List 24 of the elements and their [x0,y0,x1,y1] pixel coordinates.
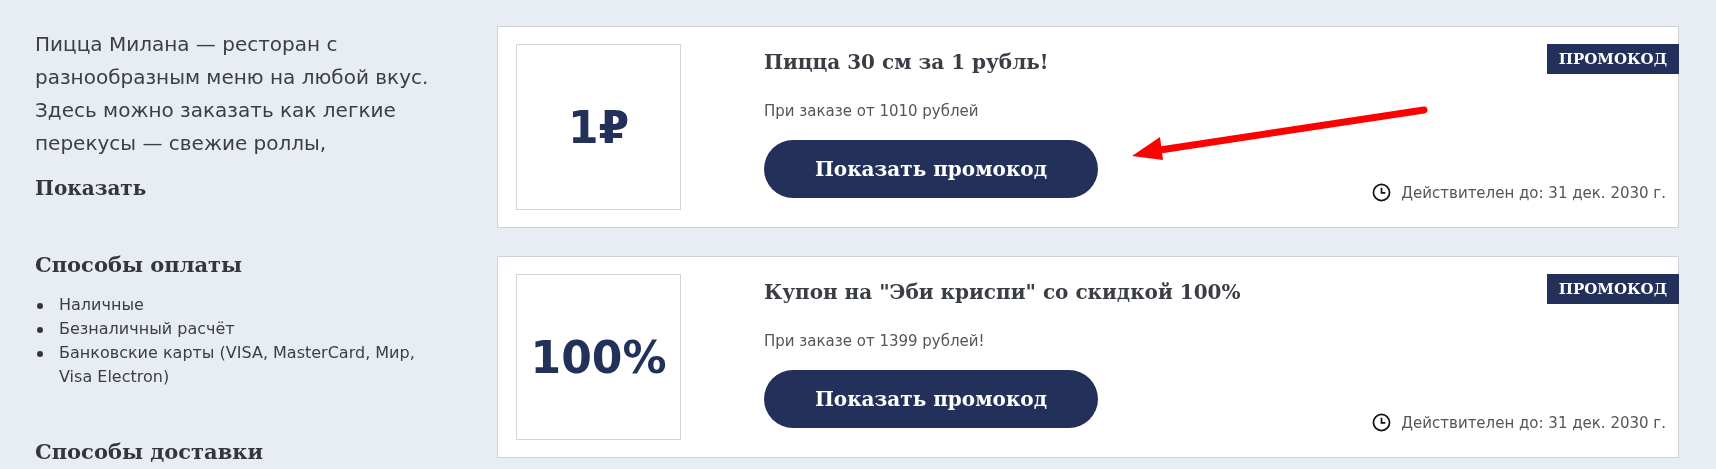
expiry-date: Действителен до: 31 дек. 2030 г. [1401,183,1666,202]
promocode-badge: ПРОМОКОД [1546,44,1679,74]
bullet-icon [37,327,43,333]
bullet-icon [37,351,43,357]
offer-title: Купон на "Эби криспи" со скидкой 100% [764,280,1242,304]
promocode-badge: ПРОМОКОД [1546,274,1679,304]
section-heading: Способы оплаты [35,252,244,277]
offer-condition: При заказе от 1399 рублей! [764,332,986,350]
restaurant-description: Пицца Милана — ресторан с разнообразным меню на любой вкус. Здесь можно заказать как легкие перекусы — свежие роллы, [35,31,430,157]
list-item: Банковские карты (VISA, MasterCard, Мир, Visa Electron) [59,342,416,388]
section-heading: Способы доставки [35,439,264,464]
list-item: Наличные [59,294,144,316]
offer-condition: При заказе от 1010 рублей [764,102,980,120]
offer-title: Пицца 30 см за 1 рубль! [764,50,1050,74]
clock-icon [1372,413,1392,432]
clock-icon [1372,183,1392,202]
expiry-date: Действителен до: 31 дек. 2030 г. [1401,413,1666,432]
offer-value: 1₽ [567,101,630,153]
bullet-icon [37,303,43,309]
show-promocode-button[interactable]: Показать промокод [764,370,1098,428]
show-more-link[interactable]: Показать [35,176,147,200]
show-promocode-button[interactable]: Показать промокод [764,140,1098,198]
list-item: Безналичный расчёт [59,318,235,340]
offer-value: 100% [530,331,667,383]
